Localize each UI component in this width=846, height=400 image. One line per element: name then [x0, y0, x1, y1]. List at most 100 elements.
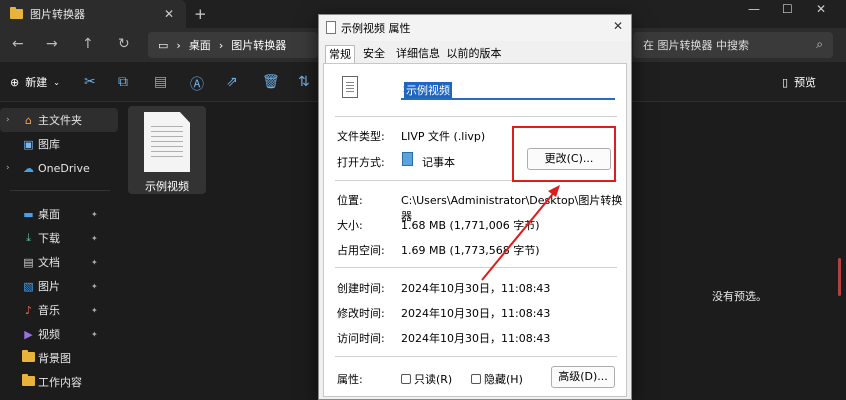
cut-icon[interactable]: ✂ — [84, 74, 96, 90]
close-window-icon[interactable]: ✕ — [816, 2, 826, 16]
delete-icon[interactable]: 🗑 — [262, 74, 280, 90]
file-type-value: LIVP 文件 (.livp) — [401, 130, 486, 143]
picture-icon: ▧ — [23, 279, 34, 293]
file-type-label: 文件类型: — [337, 130, 385, 143]
hidden-label: 隐藏(H) — [484, 373, 523, 386]
tab-previous-versions[interactable]: 以前的版本 — [443, 45, 505, 63]
sidebar-item-home[interactable]: › ⌂ 主文件夹 — [0, 108, 118, 132]
location-label: 位置: — [337, 194, 363, 207]
modified-value: 2024年10月30日，11:08:43 — [401, 307, 551, 320]
tab-general[interactable]: 常规 — [325, 45, 355, 63]
close-tab-icon[interactable]: ✕ — [164, 7, 174, 21]
divider — [335, 267, 617, 268]
no-preview-message: 没有预选。 — [712, 290, 767, 303]
pin-icon: ✦ — [91, 233, 98, 243]
attributes-label: 属性: — [337, 373, 363, 386]
readonly-label: 只读(R) — [414, 373, 453, 386]
accessed-label: 访问时间: — [337, 332, 385, 345]
sidebar-item-videos[interactable]: ▶ 视频 ✦ — [0, 322, 118, 346]
video-icon: ▶ — [24, 327, 33, 341]
file-icon — [326, 21, 336, 34]
general-panel: 示例视频 文件类型: LIVP 文件 (.livp) 打开方式: 记事本 更改(… — [323, 63, 627, 397]
gallery-icon: ▣ — [23, 137, 34, 151]
sidebar-label: 桌面 — [38, 208, 60, 221]
sidebar-item-folder-background[interactable]: 背景图 — [0, 346, 118, 370]
close-icon[interactable]: ✕ — [613, 19, 623, 33]
sidebar-item-music[interactable]: ♪ 音乐 ✦ — [0, 298, 118, 322]
properties-dialog: 示例视频 属性 ✕ 常规 安全 详细信息 以前的版本 示例视频 文件类型: LI… — [318, 14, 632, 400]
document-icon: ▤ — [23, 255, 34, 269]
sidebar-item-folder-work[interactable]: 工作内容 — [0, 370, 118, 394]
accessed-value: 2024年10月30日，11:08:43 — [401, 332, 551, 345]
search-placeholder: 在 图片转换器 中搜索 — [643, 39, 749, 52]
readonly-checkbox[interactable]: 只读(R) — [401, 371, 452, 387]
size-on-disk-label: 占用空间: — [337, 244, 385, 257]
refresh-icon[interactable]: ↻ — [118, 36, 130, 52]
scrollbar[interactable] — [838, 258, 841, 296]
annotation-highlight-box — [512, 126, 616, 182]
folder-icon — [10, 7, 23, 19]
sidebar-item-desktop[interactable]: ▬ 桌面 ✦ — [0, 202, 118, 226]
sidebar-label: 背景图 — [38, 352, 71, 365]
size-on-disk-value: 1.69 MB (1,773,568 字节) — [401, 244, 540, 257]
back-icon[interactable]: ← — [12, 36, 24, 52]
up-icon[interactable]: ↑ — [82, 36, 94, 52]
sidebar-item-pictures[interactable]: ▧ 图片 ✦ — [0, 274, 118, 298]
sidebar-item-documents[interactable]: ▤ 文档 ✦ — [0, 250, 118, 274]
sidebar-label: 工作内容 — [38, 376, 82, 389]
address-bar[interactable]: ▭ › 桌面 › 图片转换器 — [148, 32, 318, 58]
copy-icon[interactable]: ⧉ — [118, 74, 128, 90]
tab-details[interactable]: 详细信息 — [395, 45, 441, 63]
pin-icon: ✦ — [91, 281, 98, 291]
search-icon: ⌕ — [816, 37, 823, 51]
sidebar-item-onedrive[interactable]: › ☁ OneDrive — [0, 156, 118, 180]
chevron-right-icon[interactable]: › — [6, 163, 10, 173]
tab-security[interactable]: 安全 — [359, 45, 389, 63]
file-icon — [144, 112, 190, 172]
share-icon[interactable]: ⇗ — [226, 74, 238, 90]
minimize-icon[interactable]: — — [748, 2, 760, 16]
sidebar-label: 下载 — [38, 232, 60, 245]
preview-button[interactable]: ▯ 预览 — [782, 74, 816, 90]
document-icon — [342, 76, 358, 98]
navigation-pane: › ⌂ 主文件夹 ▣ 图库 › ☁ OneDrive ▬ 桌面 ✦ ⤓ 下载 ✦… — [0, 102, 118, 400]
sidebar-item-downloads[interactable]: ⤓ 下载 ✦ — [0, 226, 118, 250]
sidebar-label: 图库 — [38, 138, 60, 151]
maximize-icon[interactable]: ☐ — [782, 2, 793, 16]
breadcrumb-desktop[interactable]: 桌面 — [189, 37, 211, 53]
dialog-tabs: 常规 安全 详细信息 以前的版本 — [319, 45, 631, 63]
cloud-icon: ☁ — [23, 161, 34, 175]
search-input[interactable]: 在 图片转换器 中搜索 ⌕ — [633, 32, 833, 58]
folder-icon — [22, 349, 35, 365]
rename-icon[interactable]: Ⓐ — [190, 74, 204, 94]
sidebar-label: 图片 — [38, 280, 60, 293]
new-tab-icon[interactable]: + — [194, 5, 207, 23]
checkbox-box[interactable] — [401, 374, 411, 384]
explorer-tab[interactable]: 图片转换器 — [0, 0, 186, 28]
sidebar-item-gallery[interactable]: ▣ 图库 — [0, 132, 118, 156]
divider — [10, 190, 110, 191]
preview-label: 预览 — [794, 76, 817, 89]
checkbox-box[interactable] — [471, 374, 481, 384]
file-item[interactable]: 示例视频 — [128, 106, 206, 194]
file-name-selection: 示例视频 — [404, 82, 452, 98]
hidden-checkbox[interactable]: 隐藏(H) — [471, 371, 523, 387]
preview-pane-icon: ▯ — [782, 75, 789, 89]
sort-icon[interactable]: ⇅ — [298, 74, 310, 90]
chevron-right-icon[interactable]: › — [6, 115, 10, 125]
divider — [335, 116, 617, 117]
dialog-title: 示例视频 属性 — [341, 22, 411, 35]
divider — [335, 356, 617, 357]
paste-icon[interactable]: ▤ — [154, 74, 167, 90]
breadcrumb-folder[interactable]: 图片转换器 — [231, 37, 286, 53]
dialog-title-bar: 示例视频 属性 ✕ — [319, 15, 631, 41]
file-name: 示例视频 — [145, 180, 189, 193]
advanced-button[interactable]: 高级(D)... — [551, 366, 615, 388]
sidebar-label: 音乐 — [38, 304, 60, 317]
modified-label: 修改时间: — [337, 307, 385, 320]
sidebar-label: 文档 — [38, 256, 60, 269]
notepad-icon — [402, 152, 413, 166]
new-button[interactable]: ⊕ 新建 ⌄ — [10, 74, 60, 90]
open-with-label: 打开方式: — [337, 156, 385, 169]
forward-icon[interactable]: → — [46, 36, 58, 52]
